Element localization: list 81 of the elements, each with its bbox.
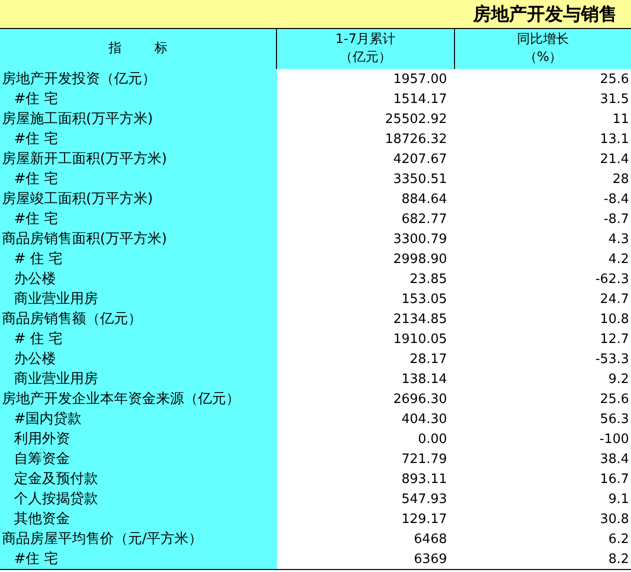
row-label: # 住 宅 (14, 250, 63, 268)
row-label: 利用外资 (14, 430, 70, 448)
table-cell: 6369 (414, 552, 447, 566)
table-cell: 18726.32 (384, 132, 447, 146)
table-cell: 11 (612, 112, 629, 126)
table-cell: 4.3 (608, 232, 629, 246)
table-cell: 6468 (414, 532, 447, 546)
table-cell: 721.79 (402, 452, 447, 466)
table-cell: 25502.92 (384, 112, 447, 126)
row-label: # 住 宅 (14, 330, 63, 348)
table-cell: 9.2 (608, 372, 629, 386)
table-cell: 153.05 (402, 292, 447, 306)
table-cell: 10.8 (600, 312, 629, 326)
column-header: 同比增长 (517, 31, 569, 49)
table-cell: 28 (612, 172, 629, 186)
row-label: #住 宅 (14, 170, 58, 188)
column-unit: （亿元） (340, 49, 392, 67)
table-cell: 38.4 (600, 452, 629, 466)
table-cell: 16.7 (600, 472, 629, 486)
row-label: #住 宅 (14, 550, 58, 568)
column-unit: （%） (524, 49, 562, 67)
table-cell: 9.1 (608, 492, 629, 506)
table-cell: 12.7 (600, 332, 629, 346)
row-label: 商业营业用房 (14, 290, 98, 308)
row-label: 个人按揭贷款 (14, 490, 98, 508)
table-cell: 3300.79 (393, 232, 447, 246)
column-header: 1-7月累计 (335, 31, 396, 49)
table-title: 房地产开发与销售 (473, 3, 617, 26)
table-cell: 8.2 (608, 552, 629, 566)
table-cell: 1957.00 (393, 72, 447, 86)
row-label: 商品房销售额（亿元） (2, 310, 142, 328)
row-label: 商品房销售面积(万平方米) (2, 230, 167, 248)
table-cell: 23.85 (410, 272, 447, 286)
table-cell: 129.17 (402, 512, 447, 526)
row-label: #住 宅 (14, 210, 58, 228)
table-cell: -100 (599, 432, 629, 446)
table-cell: 13.1 (600, 132, 629, 146)
row-label: 商业营业用房 (14, 370, 98, 388)
table-cell: 2696.30 (393, 392, 447, 406)
table-cell: 884.64 (402, 192, 447, 206)
table-cell: 404.30 (402, 412, 447, 426)
table-cell: 25.6 (600, 72, 629, 86)
table-cell: 3350.51 (393, 172, 447, 186)
table-cell: 56.3 (600, 412, 629, 426)
table-cell: 30.8 (600, 512, 629, 526)
row-label: 房地产开发投资（亿元） (2, 70, 156, 88)
table-cell: 21.4 (600, 152, 629, 166)
row-label: #住 宅 (14, 130, 58, 148)
row-label: #国内贷款 (14, 410, 82, 428)
table-cell: 682.77 (402, 212, 447, 226)
table-cell: 1514.17 (393, 92, 447, 106)
table-cell: 28.17 (410, 352, 447, 366)
table-cell: -8.7 (604, 212, 629, 226)
column-header: 指 标 (108, 40, 168, 58)
table-cell: 893.11 (402, 472, 447, 486)
row-label: 房屋施工面积(万平方米) (2, 110, 153, 128)
row-label: #住 宅 (14, 90, 58, 108)
table-cell: 0.00 (418, 432, 447, 446)
table-cell: 4.2 (608, 252, 629, 266)
row-label: 房屋新开工面积(万平方米) (2, 150, 167, 168)
table-cell: 1910.05 (393, 332, 447, 346)
table-cell: -62.3 (595, 272, 629, 286)
table-cell: 547.93 (402, 492, 447, 506)
row-label: 其他资金 (14, 510, 70, 528)
table-cell: -53.3 (595, 352, 629, 366)
row-label: 自筹资金 (14, 450, 70, 468)
row-label: 办公楼 (14, 270, 56, 288)
table-cell: 138.14 (402, 372, 447, 386)
table-cell: -8.4 (604, 192, 629, 206)
row-label: 办公楼 (14, 350, 56, 368)
table-cell: 6.2 (608, 532, 629, 546)
table-cell: 2134.85 (393, 312, 447, 326)
table-cell: 24.7 (600, 292, 629, 306)
table-cell: 4207.67 (393, 152, 447, 166)
row-label: 房屋竣工面积(万平方米) (2, 190, 153, 208)
table-cell: 2998.90 (393, 252, 447, 266)
row-label: 商品房屋平均售价（元/平方米） (2, 530, 203, 548)
row-label: 定金及预付款 (14, 470, 98, 488)
table-cell: 25.6 (600, 392, 629, 406)
table-cell: 31.5 (600, 92, 629, 106)
row-label: 房地产开发企业本年资金来源（亿元） (2, 390, 240, 408)
